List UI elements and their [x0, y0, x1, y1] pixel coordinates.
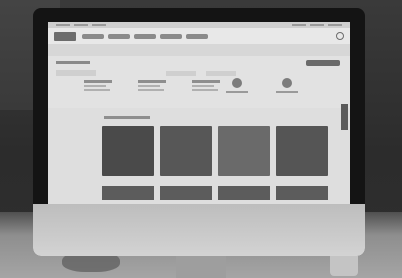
- section-title: [104, 116, 150, 119]
- monitor: [33, 8, 365, 256]
- content-card: [276, 126, 328, 176]
- monitor-stand: [176, 254, 226, 278]
- nav-item: [134, 33, 156, 39]
- search-icon: [336, 32, 344, 40]
- circle-label: [276, 91, 298, 93]
- content-card: [160, 126, 212, 176]
- card-grid: [102, 126, 328, 176]
- main-nav: [82, 33, 330, 39]
- nav-item: [186, 33, 208, 39]
- circle-label: [226, 91, 248, 93]
- circle-icon: [282, 78, 292, 88]
- nav-item: [108, 33, 130, 39]
- nav-item: [160, 33, 182, 39]
- content-card: [218, 186, 270, 200]
- nav-item: [82, 33, 104, 39]
- hero-section: [48, 56, 350, 108]
- hero-title: [56, 61, 90, 64]
- hero-cta: [306, 60, 340, 66]
- monitor-chin: [33, 204, 365, 256]
- site-logo: [54, 31, 76, 41]
- hero-filter: [206, 71, 236, 76]
- stat-block: [138, 80, 166, 91]
- circle-icon: [232, 78, 242, 88]
- side-widget: [341, 104, 348, 130]
- banner-strip: [48, 44, 350, 56]
- card-grid-second-row: [102, 186, 328, 200]
- utility-right-group: [292, 24, 342, 26]
- utility-link: [292, 24, 306, 26]
- content-card: [218, 126, 270, 176]
- stat-block: [84, 80, 112, 91]
- stat-block: [192, 80, 220, 91]
- utility-link: [56, 24, 70, 26]
- photo: [0, 0, 402, 278]
- monitor-screen: [48, 22, 350, 204]
- utility-link: [328, 24, 342, 26]
- hero-search-field: [56, 70, 96, 76]
- utility-link: [92, 24, 106, 26]
- site-header: [48, 28, 350, 44]
- utility-left-group: [56, 24, 106, 26]
- stats-row: [84, 80, 220, 91]
- content-card: [160, 186, 212, 200]
- utility-link: [310, 24, 324, 26]
- content-card: [276, 186, 328, 200]
- utility-link: [74, 24, 88, 26]
- hero-filter: [166, 71, 196, 76]
- content-card: [102, 126, 154, 176]
- content-card: [102, 186, 154, 200]
